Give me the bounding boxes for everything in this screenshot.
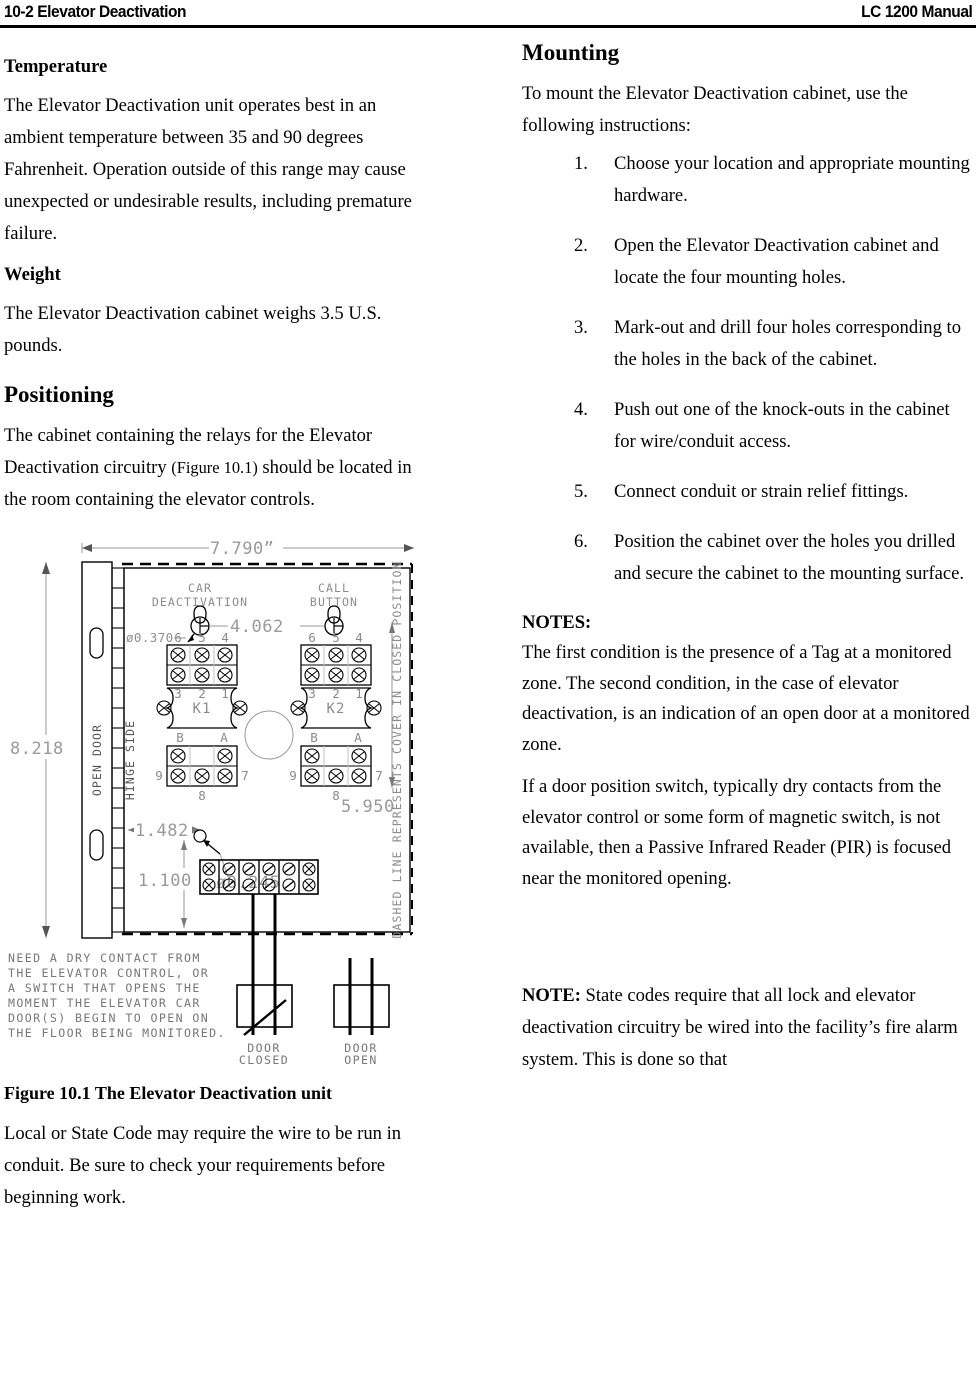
step-number: 2.	[574, 235, 588, 256]
dimension-relay-height: 5.950	[341, 622, 395, 817]
dimension-hole-y-text: 1.100	[138, 871, 192, 891]
dimension-height-overall: 8.218	[9, 562, 75, 938]
paragraph-temperature: The Elevator Deactivation unit operates …	[4, 95, 412, 244]
list-item: 6. Position the cabinet over the holes y…	[522, 526, 974, 590]
k1-terminal-5: 5	[198, 630, 206, 645]
drawing-note-line-3: A SWITCH THAT OPENS THE	[8, 981, 201, 995]
header-rule	[0, 25, 976, 28]
heading-temperature: Temperature	[4, 56, 108, 77]
label-door-closed-line2: CLOSED	[239, 1053, 289, 1067]
label-car-deactivation-line1: CAR	[188, 581, 212, 595]
step-number: 5.	[574, 481, 588, 502]
step-text: Push out one of the knock-outs in the ca…	[614, 399, 950, 452]
k1-terminal-b: B	[176, 730, 184, 745]
list-item: 3. Mark-out and drill four holes corresp…	[522, 312, 974, 376]
label-call-button-line2: BUTTON	[310, 595, 358, 609]
dimension-hole-x-text: 1.482	[135, 821, 189, 841]
step-number: 1.	[574, 153, 588, 174]
label-door-open-line2: OPEN	[344, 1053, 378, 1067]
header-left-title: 10-2 Elevator Deactivation	[4, 3, 187, 21]
figure-elevator-deactivation-unit: 7.790” 8.218 OPEN DOOR HINGE SIDE DASHED…	[4, 530, 436, 1106]
step-number: 6.	[574, 531, 588, 552]
label-car-deactivation-line2: DEACTIVATION	[152, 595, 248, 609]
k1-terminal-4: 4	[221, 630, 229, 645]
k2-terminal-4: 4	[355, 630, 363, 645]
note-text: State codes require that all lock and el…	[522, 985, 958, 1070]
symbol-door-open: DOOR OPEN	[333, 958, 390, 1067]
list-item: 4. Push out one of the knock-outs in the…	[522, 394, 974, 458]
step-text: Mark-out and drill four holes correspond…	[614, 317, 962, 370]
step-text: Connect conduit or strain relief fitting…	[614, 481, 909, 502]
right-column: Mounting To mount the Elevator Deactivat…	[522, 34, 974, 1076]
cabinet-drawing-svg: 7.790” 8.218 OPEN DOOR HINGE SIDE DASHED…	[8, 537, 414, 1067]
dimension-width-overall: 7.790”	[81, 537, 414, 559]
step-number: 3.	[574, 317, 588, 338]
paragraph-note-fire-alarm: NOTE: State codes require that all lock …	[522, 980, 974, 1076]
paragraph-mounting-intro: To mount the Elevator Deactivation cabin…	[522, 83, 908, 136]
k2-terminal-a: A	[354, 730, 362, 745]
page-header: 10-2 Elevator Deactivation LC 1200 Manua…	[0, 0, 976, 34]
drawing-note-line-5: DOOR(S) BEGIN TO OPEN ON	[8, 1011, 209, 1025]
wiring	[251, 894, 277, 985]
notes-label: NOTES:	[522, 612, 592, 633]
paragraph-positioning: The cabinet containing the relays for th…	[4, 420, 436, 516]
page-body: Temperature The Elevator Deactivation un…	[0, 34, 976, 1394]
k2-terminal-b: B	[310, 730, 318, 745]
symbol-door-closed: DOOR CLOSED	[236, 984, 293, 1067]
dimension-height-text: 8.218	[10, 739, 64, 759]
k1-terminal-9: 9	[155, 768, 163, 783]
step-text: Choose your location and appropriate mou…	[614, 153, 970, 206]
paragraph-weight: The Elevator Deactivation cabinet weighs…	[4, 303, 382, 356]
paragraph-notes-1: The first condition is the presence of a…	[522, 642, 970, 755]
door-slot-lower	[89, 829, 104, 861]
dimension-relay-spacing-text: 4.062	[230, 617, 284, 637]
header-right-title: LC 1200 Manual	[860, 3, 973, 21]
label-hinge-side: HINGE SIDE	[123, 720, 137, 800]
left-column: Temperature The Elevator Deactivation un…	[4, 34, 436, 1214]
relay-socket-k2: CALL BUTTON 6 5 4 3 2 1 K2 B A 9 8 7	[289, 581, 383, 803]
dimension-screw-dia-text: ø0.370	[126, 630, 174, 645]
dimension-hole-x: 1.482	[128, 819, 201, 841]
figure-caption: Figure 10.1 The Elevator Deactivation un…	[4, 1083, 332, 1103]
label-open-door: OPEN DOOR	[90, 724, 104, 796]
k2-terminal-5: 5	[332, 630, 340, 645]
label-call-button-line1: CALL	[318, 581, 350, 595]
dimension-width-text: 7.790”	[210, 539, 274, 559]
k1-terminal-7: 7	[241, 768, 249, 783]
step-number: 4.	[574, 399, 588, 420]
list-item: 2. Open the Elevator Deactivation cabine…	[522, 230, 974, 294]
k2-terminal-6: 6	[308, 630, 316, 645]
list-item: 1. Choose your location and appropriate …	[522, 148, 974, 212]
step-text: Position the cabinet over the holes you …	[614, 531, 965, 584]
heading-positioning: Positioning	[4, 382, 114, 407]
heading-mounting: Mounting	[522, 40, 620, 65]
relay-socket-k1: CAR DEACTIVATION 6 5 4 3 2 1 K1 B A 9 8 …	[152, 581, 249, 803]
mounting-steps-list: 1. Choose your location and appropriate …	[522, 148, 974, 590]
paragraph-notes-2: If a door position switch, typically dry…	[522, 776, 952, 889]
drawing-note-line-2: THE ELEVATOR CONTROL, OR	[8, 966, 209, 980]
dimension-hole-y: 1.100	[137, 840, 197, 928]
dimension-relay-height-text: 5.950	[341, 797, 395, 817]
drawing-note-line-4: MOMENT THE ELEVATOR CAR	[8, 996, 201, 1010]
paragraph-conduit: Local or State Code may require the wire…	[4, 1123, 402, 1208]
drawing-note-line-1: NEED A DRY CONTACT FROM	[8, 951, 201, 965]
label-relay-k1: K1	[192, 701, 211, 717]
figure-reference: (Figure 10.1)	[171, 458, 258, 477]
k2-terminal-8: 8	[332, 788, 340, 803]
step-text: Open the Elevator Deactivation cabinet a…	[614, 235, 939, 288]
note-label: NOTE:	[522, 985, 581, 1006]
drawing-note-block: NEED A DRY CONTACT FROM THE ELEVATOR CON…	[8, 951, 226, 1040]
k2-terminal-7: 7	[375, 768, 383, 783]
center-knockout	[244, 710, 294, 760]
door-slot-upper	[89, 627, 104, 659]
k2-terminal-9: 9	[289, 768, 297, 783]
heading-weight: Weight	[4, 264, 61, 285]
k1-terminal-8: 8	[198, 788, 206, 803]
label-relay-k2: K2	[326, 701, 345, 717]
k1-terminal-a: A	[220, 730, 228, 745]
list-item: 5. Connect conduit or strain relief fitt…	[522, 476, 974, 508]
drawing-note-line-6: THE FLOOR BEING MONITORED.	[8, 1026, 226, 1040]
